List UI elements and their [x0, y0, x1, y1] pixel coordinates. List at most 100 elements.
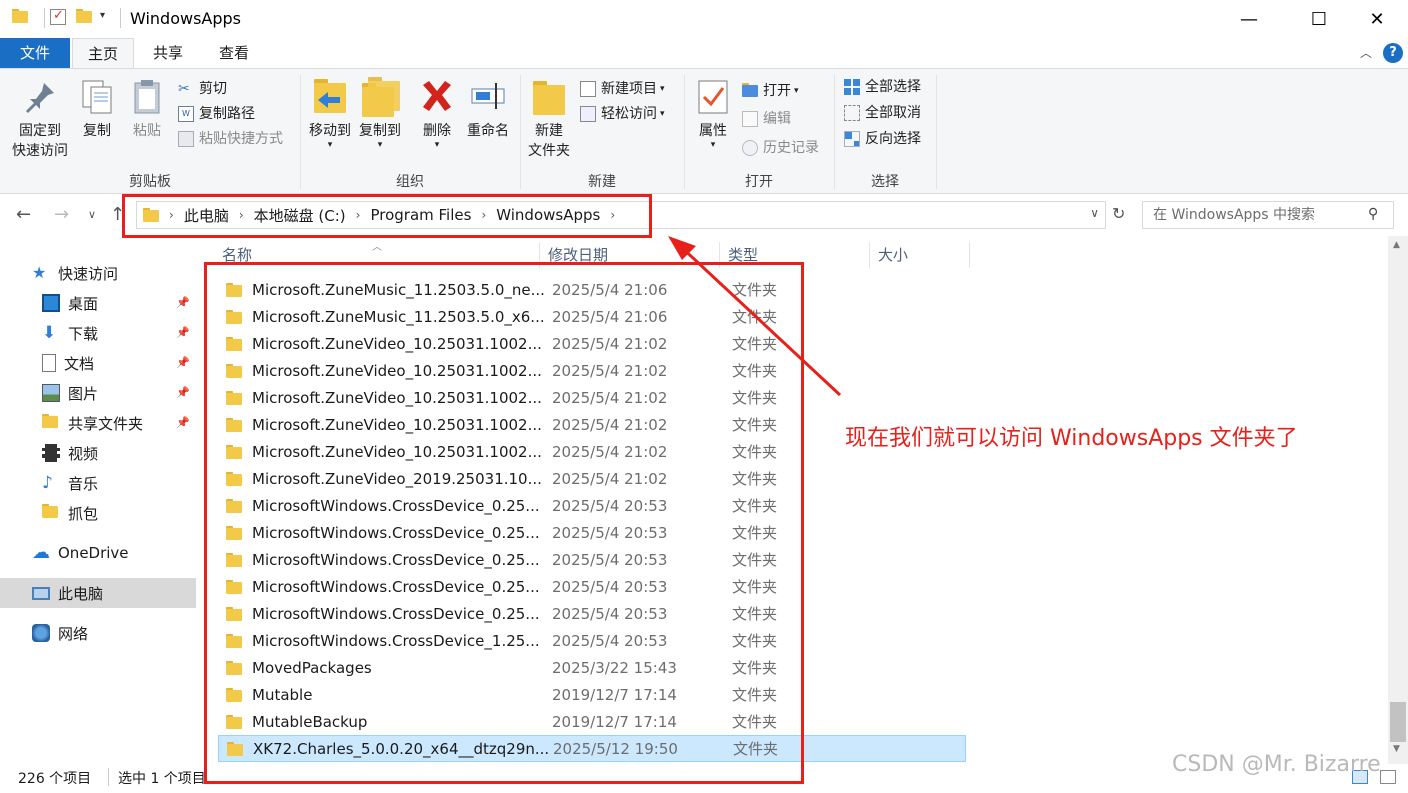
computer-icon	[32, 586, 50, 600]
sidebar-item-this-pc[interactable]: 此电脑	[0, 578, 196, 608]
clipboard-group-label: 剪贴板	[129, 174, 171, 190]
scroll-up-icon[interactable]: ▲	[1393, 240, 1400, 250]
sidebar-item-desktop[interactable]: 桌面 📌	[0, 288, 196, 318]
recent-locations-icon[interactable]: ∨	[88, 208, 96, 221]
window-title: WindowsApps	[130, 9, 242, 28]
sidebar-item-documents[interactable]: 文档 📌	[0, 348, 196, 378]
item-count: 226 个项目	[18, 771, 92, 787]
copy-button[interactable]: 复制	[76, 77, 118, 141]
title-bar: ✓ ▾ WindowsApps — ☐ ✕	[0, 0, 1408, 38]
watermark: CSDN @Mr. Bizarre	[1172, 752, 1381, 777]
copy-path-icon: W	[178, 106, 194, 122]
tab-file[interactable]: 文件	[0, 38, 70, 68]
move-to-icon	[310, 77, 350, 117]
sidebar-item-pictures[interactable]: 图片 📌	[0, 378, 196, 408]
pin-icon[interactable]: 📌	[176, 356, 190, 369]
column-size[interactable]: 大小	[870, 242, 970, 268]
address-dropdown-icon[interactable]: ∨	[1090, 206, 1099, 220]
copy-to-icon	[360, 77, 400, 117]
properties-button[interactable]: 属性 ▾	[690, 77, 736, 150]
pin-icon[interactable]: 📌	[176, 386, 190, 399]
select-all-button[interactable]: 全部选择	[844, 75, 921, 99]
edit-button[interactable]: 编辑	[742, 107, 791, 131]
refresh-icon[interactable]: ↻	[1112, 204, 1125, 223]
sidebar-item-downloads[interactable]: ⬇ 下载 📌	[0, 318, 196, 348]
maximize-button[interactable]: ☐	[1296, 4, 1342, 34]
tab-home[interactable]: 主页	[72, 38, 134, 68]
close-button[interactable]: ✕	[1354, 4, 1400, 34]
copy-to-dropdown-icon: ▾	[377, 140, 383, 150]
sidebar-item-network[interactable]: 网络	[0, 618, 196, 648]
open-button[interactable]: 打开 ▾	[742, 79, 799, 103]
new-folder-quick-icon[interactable]	[76, 9, 92, 23]
pin-icon	[20, 77, 60, 117]
search-icon[interactable]: ⚲	[1368, 206, 1378, 222]
back-arrow-icon[interactable]: ←	[16, 204, 31, 225]
sidebar-item-music[interactable]: ♪ 音乐	[0, 468, 196, 498]
search-input[interactable]: 在 WindowsApps 中搜索	[1142, 201, 1394, 229]
ribbon: 固定到 快速访问 复制 粘贴 ✂ 剪切 W 复制路径 粘贴快捷方式 剪贴板 移动…	[0, 68, 1408, 194]
pin-quick-access-button[interactable]: 固定到 快速访问	[8, 77, 72, 161]
folder-icon	[42, 414, 60, 432]
new-item-button[interactable]: 新建项目 ▾	[580, 77, 665, 101]
sidebar-item-videos[interactable]: 视频	[0, 438, 196, 468]
help-icon[interactable]: ?	[1383, 43, 1403, 63]
invert-selection-button[interactable]: 反向选择	[844, 127, 921, 151]
copy-icon	[77, 77, 117, 117]
vertical-scrollbar[interactable]: ▲ ▼	[1388, 236, 1408, 766]
tab-view[interactable]: 查看	[204, 38, 264, 68]
sidebar-item-shared-folder[interactable]: 共享文件夹 📌	[0, 408, 196, 438]
select-none-icon	[844, 105, 860, 121]
star-icon: ★	[32, 263, 47, 282]
sidebar-item-quick-access[interactable]: ★ 快速访问	[0, 258, 196, 288]
new-folder-button[interactable]: 新建 文件夹	[524, 77, 574, 161]
scrollbar-thumb[interactable]	[1390, 702, 1406, 742]
delete-button[interactable]: 删除 ▾	[416, 77, 458, 150]
sidebar-item-capture[interactable]: 抓包	[0, 498, 196, 528]
paste-icon	[127, 77, 167, 117]
pin-icon[interactable]: 📌	[176, 296, 190, 309]
select-group-label: 选择	[871, 174, 899, 190]
paste-shortcut-icon	[178, 131, 194, 147]
annotation-arrow-icon	[668, 236, 842, 397]
select-all-icon	[844, 79, 860, 95]
pin-icon[interactable]: 📌	[176, 326, 190, 339]
network-icon	[32, 624, 50, 642]
collapse-ribbon-icon[interactable]: ︿	[1360, 44, 1372, 61]
rename-button[interactable]: 重命名	[464, 77, 512, 141]
easy-access-dropdown-icon: ▾	[660, 109, 665, 119]
sidebar-item-onedrive[interactable]: ☁ OneDrive	[0, 538, 196, 568]
new-item-dropdown-icon: ▾	[660, 84, 665, 94]
minimize-button[interactable]: —	[1226, 4, 1272, 34]
paste-button[interactable]: 粘贴	[126, 77, 168, 141]
properties-check-icon[interactable]: ✓	[50, 8, 66, 25]
move-to-button[interactable]: 移动到 ▾	[306, 77, 354, 150]
copy-path-button[interactable]: W 复制路径	[178, 102, 255, 126]
forward-arrow-icon[interactable]: →	[54, 204, 69, 225]
menu-bar: 文件 主页 共享 查看 ︿ ?	[0, 38, 1408, 68]
quick-access-dropdown-icon[interactable]: ▾	[100, 10, 105, 21]
paste-shortcut-button[interactable]: 粘贴快捷方式	[178, 127, 283, 151]
easy-access-button[interactable]: 轻松访问 ▾	[580, 102, 665, 126]
cut-button[interactable]: ✂ 剪切	[178, 77, 227, 101]
folder-icon	[42, 504, 60, 522]
folder-icon	[12, 9, 28, 23]
tab-share[interactable]: 共享	[138, 38, 198, 68]
cloud-icon: ☁	[32, 542, 50, 563]
open-folder-icon	[742, 83, 758, 99]
organize-group-label: 组织	[396, 174, 424, 190]
move-to-dropdown-icon: ▾	[327, 140, 333, 150]
annotation-text: 现在我们就可以访问 WindowsApps 文件夹了	[845, 426, 1298, 451]
ribbon-separator	[936, 75, 937, 189]
scroll-down-icon[interactable]: ▼	[1393, 744, 1400, 754]
select-none-button[interactable]: 全部取消	[844, 101, 921, 125]
easy-access-icon	[580, 106, 596, 122]
video-icon	[42, 444, 60, 462]
copy-to-button[interactable]: 复制到 ▾	[356, 77, 404, 150]
large-icons-view-icon[interactable]	[1380, 770, 1396, 784]
scissors-icon: ✂	[178, 81, 190, 97]
separator	[120, 8, 121, 28]
history-button[interactable]: 历史记录	[742, 136, 819, 160]
new-item-icon	[580, 81, 596, 97]
pin-icon[interactable]: 📌	[176, 416, 190, 429]
